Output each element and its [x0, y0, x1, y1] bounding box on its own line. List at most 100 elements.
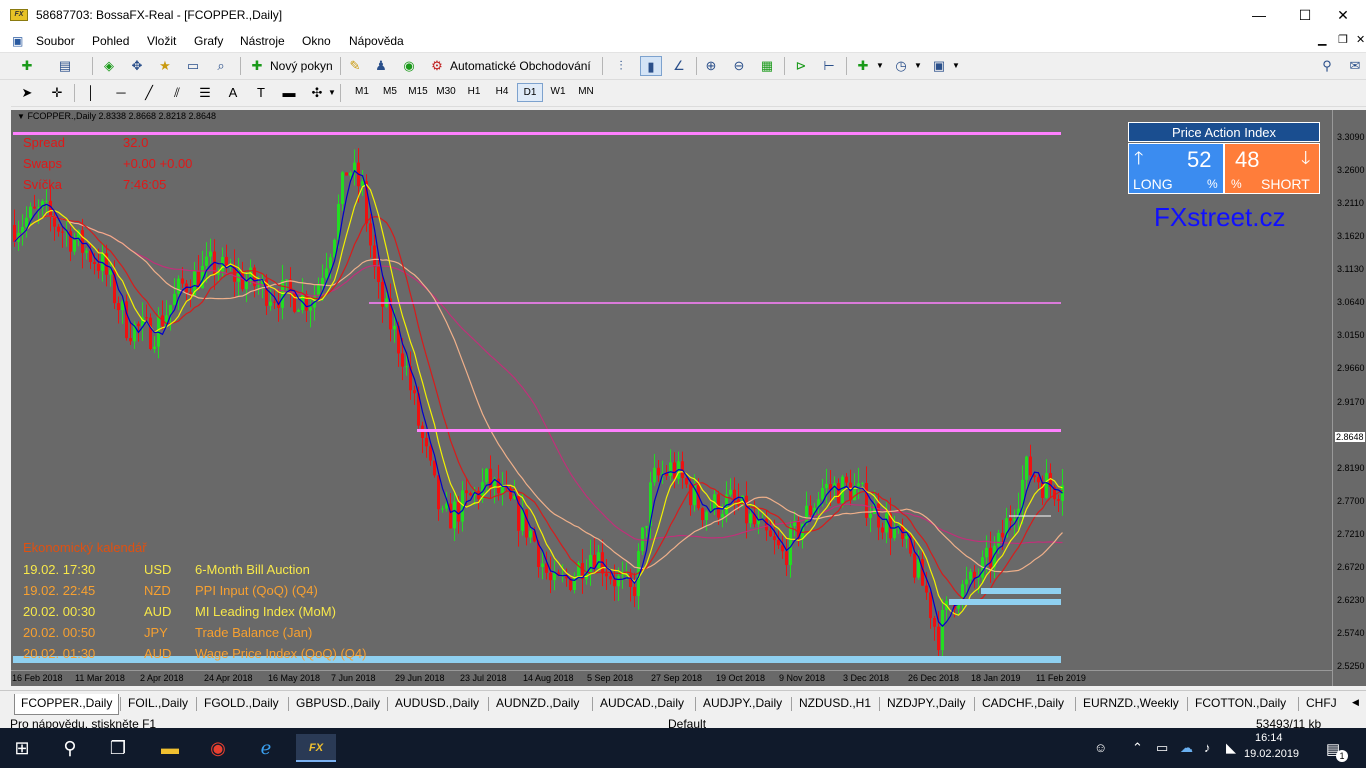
shapes-icon[interactable]: ▬ [278, 83, 300, 103]
chevron-up-icon[interactable]: ⌃ [1132, 740, 1143, 756]
templates-icon[interactable]: ▣ [928, 56, 950, 76]
volume-icon[interactable]: ♪ [1204, 740, 1211, 755]
battery-icon[interactable]: ▭ [1156, 740, 1168, 756]
timeframe-m5[interactable]: M5 [377, 86, 403, 97]
market-watch-icon[interactable]: ◈ [98, 56, 120, 76]
user-icon[interactable]: ♟ [370, 56, 392, 76]
tile-windows-icon[interactable]: ▦ [756, 56, 778, 76]
document-icon[interactable]: ▣ [12, 34, 23, 48]
timeframe-m1[interactable]: M1 [349, 86, 375, 97]
timeframe-w1[interactable]: W1 [545, 86, 571, 97]
periods-icon[interactable]: ◷ [890, 56, 912, 76]
strategy-tester-icon[interactable]: ⌕ [210, 56, 232, 76]
menu-file[interactable]: Soubor [36, 34, 75, 48]
time-label: 11 Mar 2018 [75, 673, 125, 683]
chart-tab[interactable]: FOIL.,Daily [122, 694, 194, 715]
channel-icon[interactable]: ⫽ [166, 83, 188, 103]
chart-tab[interactable]: NZDUSD.,H1 [793, 694, 877, 715]
zoom-in-icon[interactable]: ⊕ [700, 56, 722, 76]
trendline-icon[interactable]: ╱ [138, 83, 160, 103]
clock-date[interactable]: 19.02.2019 [1244, 748, 1299, 760]
pai-short-label: SHORT [1261, 176, 1310, 192]
chart-tab[interactable]: EURNZD.,Weekly [1077, 694, 1185, 715]
zoom-out-icon[interactable]: ⊖ [728, 56, 750, 76]
new-chart-icon[interactable]: ✚ [16, 56, 38, 76]
new-order-button[interactable]: Nový pokyn [270, 59, 333, 73]
timeframe-mn[interactable]: MN [573, 86, 599, 97]
horizontal-line-icon[interactable]: ─ [110, 83, 132, 103]
onedrive-icon[interactable]: ☁ [1180, 740, 1193, 756]
metaeditor-icon[interactable]: ✎ [344, 56, 366, 76]
menu-help[interactable]: Nápověda [349, 34, 404, 48]
arrows-icon[interactable]: ✣ [306, 83, 328, 103]
fibonacci-icon[interactable]: ☰ [194, 83, 216, 103]
metatrader-taskbar-icon[interactable]: FX [296, 734, 336, 762]
vertical-line-icon[interactable]: │ [80, 83, 102, 103]
price-axis[interactable]: 3.3090 3.2600 3.2110 3.1620 3.1130 3.0640 3.01… [1332, 110, 1366, 686]
chart-tab[interactable]: FCOPPER.,Daily [14, 694, 120, 715]
chart-tab[interactable]: FGOLD.,Daily [198, 694, 285, 715]
auto-scroll-icon[interactable]: ⊳ [790, 56, 812, 76]
menu-view[interactable]: Pohled [92, 34, 129, 48]
auto-trading-button[interactable]: Automatické Obchodování [450, 59, 591, 73]
tab-scroll-left-icon[interactable]: ◀ [1352, 697, 1359, 708]
menu-insert[interactable]: Vložit [147, 34, 176, 48]
network-icon[interactable]: ◣ [1226, 740, 1236, 756]
signals-icon[interactable]: ◉ [398, 56, 420, 76]
text-icon[interactable]: A [222, 83, 244, 103]
search-icon[interactable]: ⚲ [50, 734, 90, 762]
menu-charts[interactable]: Grafy [194, 34, 223, 48]
chart-shift-icon[interactable]: ⊢ [818, 56, 840, 76]
task-view-icon[interactable]: ❐ [98, 734, 138, 762]
data-window-icon[interactable]: ✥ [126, 56, 148, 76]
candlestick-chart-icon[interactable]: ▮ [640, 56, 662, 76]
child-restore-button[interactable]: ❐ [1338, 33, 1348, 46]
profiles-icon[interactable]: ▤ [54, 56, 76, 76]
close-button[interactable]: ✕ [1320, 0, 1366, 31]
clock-time[interactable]: 16:14 [1255, 732, 1283, 744]
price-chart[interactable]: ▼ FCOPPER.,Daily 2.8338 2.8668 2.8218 2.… [11, 110, 1332, 670]
chart-tab[interactable]: NZDJPY.,Daily [881, 694, 971, 715]
chrome-icon[interactable]: ◉ [198, 734, 238, 762]
timeframe-h4[interactable]: H4 [489, 86, 515, 97]
chat-icon[interactable]: ✉ [1344, 56, 1366, 76]
chevron-down-icon[interactable]: ▼ [328, 88, 336, 97]
menu-window[interactable]: Okno [302, 34, 331, 48]
cursor-icon[interactable]: ➤ [16, 83, 38, 103]
bar-chart-icon[interactable]: ⫶ [610, 56, 632, 76]
new-order-icon[interactable]: ✚ [246, 56, 268, 76]
chevron-down-icon[interactable]: ▼ [952, 61, 960, 70]
people-icon[interactable]: ☺ [1094, 740, 1107, 755]
timeframe-m15[interactable]: M15 [405, 86, 431, 97]
auto-trading-icon[interactable]: ⚙ [426, 56, 448, 76]
chevron-down-icon[interactable]: ▼ [876, 61, 884, 70]
child-minimize-button[interactable]: ▁ [1318, 33, 1326, 46]
crosshair-icon[interactable]: ✛ [46, 83, 68, 103]
child-close-button[interactable]: ✕ [1356, 33, 1365, 46]
chart-tab[interactable]: CHFJ [1300, 694, 1343, 715]
text-label-icon[interactable]: T [250, 83, 272, 103]
chart-tab[interactable]: AUDJPY.,Daily [697, 694, 788, 715]
chart-tab[interactable]: AUDNZD.,Daily [490, 694, 585, 715]
windows-start-icon[interactable]: ⊞ [2, 734, 42, 762]
navigator-icon[interactable]: ★ [154, 56, 176, 76]
internet-explorer-icon[interactable]: ℯ [246, 734, 286, 762]
chart-tab[interactable]: FCOTTON.,Daily [1189, 694, 1292, 715]
chart-tab[interactable]: CADCHF.,Daily [976, 694, 1070, 715]
indicators-icon[interactable]: ✚ [852, 56, 874, 76]
file-explorer-icon[interactable]: ▬ [150, 734, 190, 762]
terminal-icon[interactable]: ▭ [182, 56, 204, 76]
chart-menu-icon[interactable]: ▼ [17, 112, 25, 121]
line-chart-icon[interactable]: ∠ [668, 56, 690, 76]
chart-tab[interactable]: GBPUSD.,Daily [290, 694, 386, 715]
timeframe-d1[interactable]: D1 [517, 83, 543, 102]
chart-tab[interactable]: AUDUSD.,Daily [389, 694, 485, 715]
time-axis[interactable]: 16 Feb 2018 11 Mar 2018 2 Apr 2018 24 Apr 2… [11, 670, 1332, 686]
search-icon[interactable]: ⚲ [1316, 56, 1338, 76]
minimize-button[interactable]: — [1236, 0, 1282, 31]
chevron-down-icon[interactable]: ▼ [914, 61, 922, 70]
timeframe-m30[interactable]: M30 [433, 86, 459, 97]
menu-tools[interactable]: Nástroje [240, 34, 285, 48]
timeframe-h1[interactable]: H1 [461, 86, 487, 97]
chart-tab[interactable]: AUDCAD.,Daily [594, 694, 690, 715]
